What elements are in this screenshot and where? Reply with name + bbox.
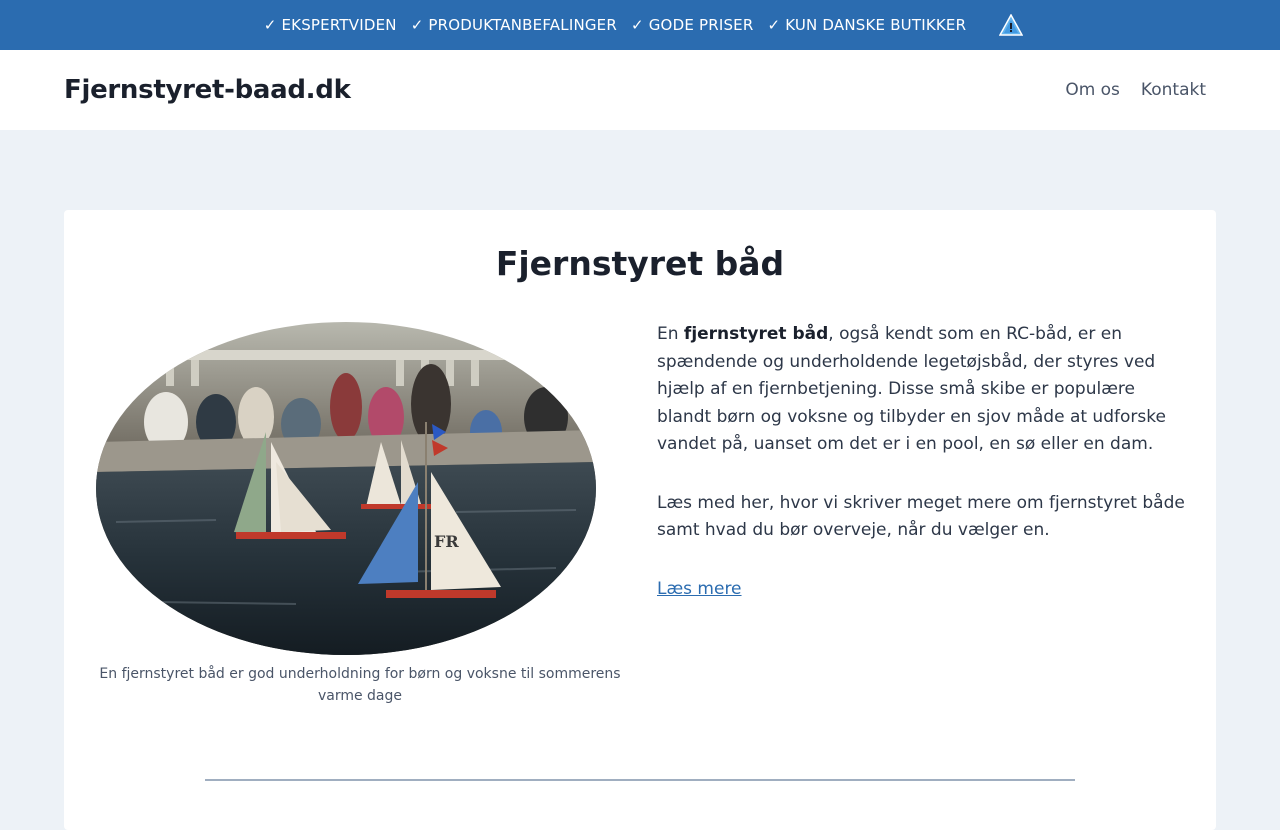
main-nav: Om os Kontakt [1065,80,1216,100]
intro-prefix: En [657,324,684,344]
site-header: Fjernstyret-baad.dk Om os Kontakt [0,50,1280,130]
usp-bar: ✓ EKSPERTVIDEN ✓ PRODUKTANBEFALINGER ✓ G… [0,0,1280,50]
nav-link-contact[interactable]: Kontakt [1141,80,1206,100]
usp-expertise: ✓ EKSPERTVIDEN [263,16,397,34]
read-more-paragraph: Læs mere [657,576,1187,604]
read-more-link[interactable]: Læs mere [657,579,742,599]
image-caption: En fjernstyret båd er god underholdning … [99,666,621,704]
article-body: En fjernstyret båd, også kendt som en RC… [657,321,1187,634]
intro-keyword: fjernstyret båd [683,324,829,344]
page-title: Fjernstyret båd [495,244,785,283]
nav-link-about[interactable]: Om os [1065,80,1120,100]
second-paragraph: Læs med her, hvor vi skriver meget mere … [657,492,1185,541]
usp-recommendations: ✓ PRODUKTANBEFALINGER [410,16,617,34]
usp-prices: ✓ GODE PRISER [631,16,754,34]
article-figure: FR En fjernstyret båd er god underholdni… [96,322,624,707]
article-card: Fjernstyret båd FR En fjernstyret båd er… [64,210,1216,830]
sailboats-photo: FR [96,322,596,655]
section-divider [205,779,1075,781]
usp-danish-shops: ✓ KUN DANSKE BUTIKKER [767,16,967,34]
svg-text:FR: FR [434,532,459,551]
warning-triangle-icon[interactable] [998,13,1024,36]
site-logo[interactable]: Fjernstyret-baad.dk [64,75,351,105]
intro-paragraph: En fjernstyret båd, også kendt som en RC… [657,321,1187,459]
